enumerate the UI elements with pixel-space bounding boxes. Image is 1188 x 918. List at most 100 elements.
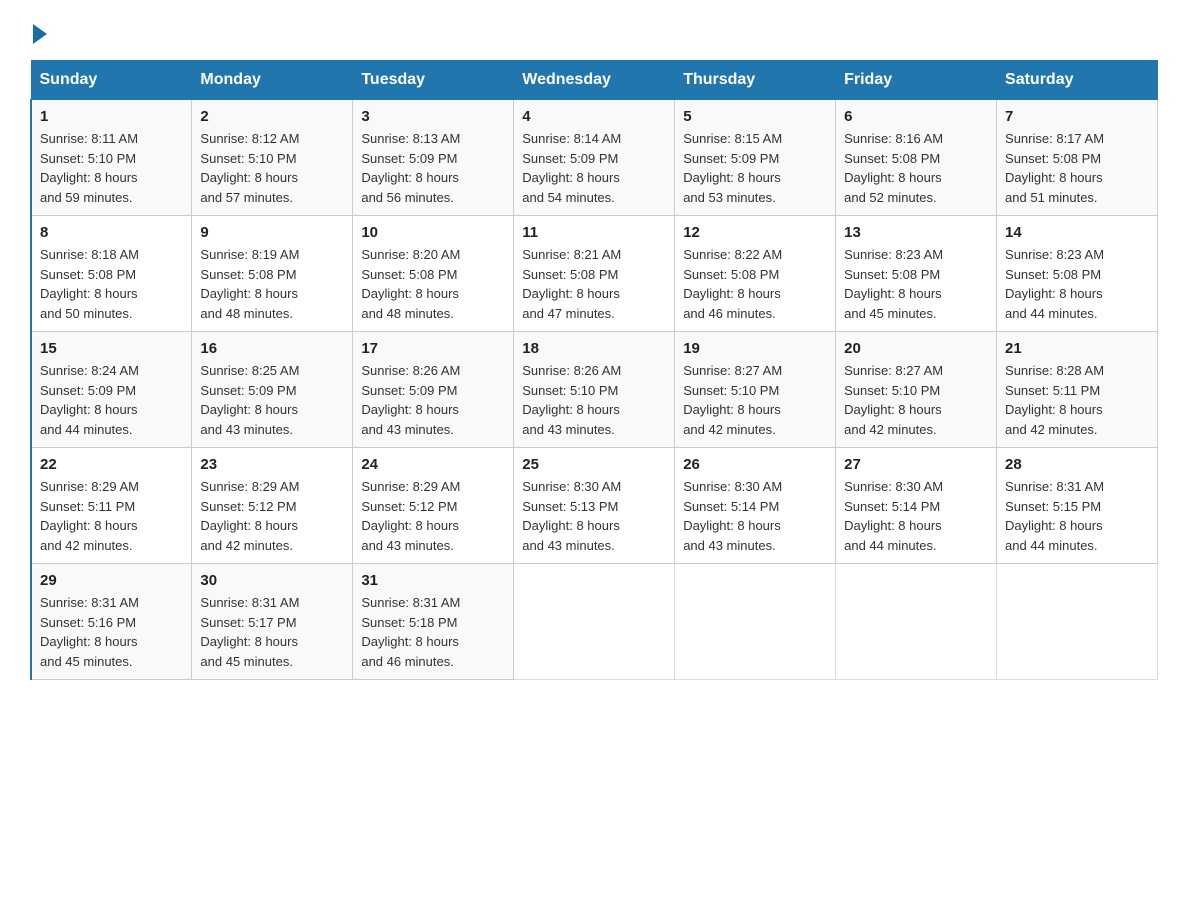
- logo-arrow-icon: [33, 24, 47, 44]
- calendar-cell: 26 Sunrise: 8:30 AMSunset: 5:14 PMDayligh…: [675, 448, 836, 564]
- day-info: Sunrise: 8:28 AMSunset: 5:11 PMDaylight:…: [1005, 361, 1149, 439]
- day-info: Sunrise: 8:26 AMSunset: 5:10 PMDaylight:…: [522, 361, 666, 439]
- day-number: 13: [844, 224, 988, 241]
- day-number: 25: [522, 456, 666, 473]
- day-number: 14: [1005, 224, 1149, 241]
- header-thursday: Thursday: [675, 61, 836, 100]
- header-tuesday: Tuesday: [353, 61, 514, 100]
- calendar-cell: 25 Sunrise: 8:30 AMSunset: 5:13 PMDayligh…: [514, 448, 675, 564]
- day-info: Sunrise: 8:31 AMSunset: 5:18 PMDaylight:…: [361, 593, 505, 671]
- day-number: 12: [683, 224, 827, 241]
- calendar-cell: 18 Sunrise: 8:26 AMSunset: 5:10 PMDayligh…: [514, 332, 675, 448]
- week-row-4: 22 Sunrise: 8:29 AMSunset: 5:11 PMDayligh…: [31, 448, 1158, 564]
- calendar-cell: 14 Sunrise: 8:23 AMSunset: 5:08 PMDayligh…: [997, 216, 1158, 332]
- day-number: 26: [683, 456, 827, 473]
- day-info: Sunrise: 8:29 AMSunset: 5:11 PMDaylight:…: [40, 477, 183, 555]
- day-info: Sunrise: 8:25 AMSunset: 5:09 PMDaylight:…: [200, 361, 344, 439]
- calendar-cell: 15Sunrise: 8:24 AMSunset: 5:09 PMDayligh…: [31, 332, 192, 448]
- day-info: Sunrise: 8:30 AMSunset: 5:14 PMDaylight:…: [683, 477, 827, 555]
- calendar-cell: 4 Sunrise: 8:14 AMSunset: 5:09 PMDaylight…: [514, 100, 675, 216]
- day-number: 24: [361, 456, 505, 473]
- calendar-cell: [836, 564, 997, 680]
- calendar-cell: 17Sunrise: 8:26 AMSunset: 5:09 PMDayligh…: [353, 332, 514, 448]
- day-info: Sunrise: 8:11 AMSunset: 5:10 PMDaylight:…: [40, 129, 183, 207]
- calendar-cell: 21 Sunrise: 8:28 AMSunset: 5:11 PMDayligh…: [997, 332, 1158, 448]
- day-info: Sunrise: 8:30 AMSunset: 5:14 PMDaylight:…: [844, 477, 988, 555]
- day-info: Sunrise: 8:14 AMSunset: 5:09 PMDaylight:…: [522, 129, 666, 207]
- calendar-cell: [514, 564, 675, 680]
- day-number: 23: [200, 456, 344, 473]
- calendar-cell: 28 Sunrise: 8:31 AMSunset: 5:15 PMDayligh…: [997, 448, 1158, 564]
- day-info: Sunrise: 8:29 AMSunset: 5:12 PMDaylight:…: [200, 477, 344, 555]
- day-number: 18: [522, 340, 666, 357]
- day-number: 21: [1005, 340, 1149, 357]
- calendar-cell: 9Sunrise: 8:19 AMSunset: 5:08 PMDaylight…: [192, 216, 353, 332]
- calendar-cell: 7Sunrise: 8:17 AMSunset: 5:08 PMDaylight…: [997, 100, 1158, 216]
- calendar-cell: 6 Sunrise: 8:16 AMSunset: 5:08 PMDaylight…: [836, 100, 997, 216]
- day-number: 16: [200, 340, 344, 357]
- day-number: 2: [200, 108, 344, 125]
- calendar-cell: 27Sunrise: 8:30 AMSunset: 5:14 PMDayligh…: [836, 448, 997, 564]
- day-number: 10: [361, 224, 505, 241]
- header-wednesday: Wednesday: [514, 61, 675, 100]
- day-number: 6: [844, 108, 988, 125]
- day-number: 31: [361, 572, 505, 589]
- calendar-cell: 2Sunrise: 8:12 AMSunset: 5:10 PMDaylight…: [192, 100, 353, 216]
- day-number: 8: [40, 224, 183, 241]
- day-info: Sunrise: 8:31 AMSunset: 5:17 PMDaylight:…: [200, 593, 344, 671]
- calendar-cell: 20Sunrise: 8:27 AMSunset: 5:10 PMDayligh…: [836, 332, 997, 448]
- day-info: Sunrise: 8:18 AMSunset: 5:08 PMDaylight:…: [40, 245, 183, 323]
- calendar-cell: 24 Sunrise: 8:29 AMSunset: 5:12 PMDayligh…: [353, 448, 514, 564]
- day-info: Sunrise: 8:15 AMSunset: 5:09 PMDaylight:…: [683, 129, 827, 207]
- day-number: 11: [522, 224, 666, 241]
- header-sunday: Sunday: [31, 61, 192, 100]
- day-number: 30: [200, 572, 344, 589]
- calendar-cell: 11 Sunrise: 8:21 AMSunset: 5:08 PMDayligh…: [514, 216, 675, 332]
- calendar-cell: 22 Sunrise: 8:29 AMSunset: 5:11 PMDayligh…: [31, 448, 192, 564]
- calendar-cell: 23 Sunrise: 8:29 AMSunset: 5:12 PMDayligh…: [192, 448, 353, 564]
- day-number: 17: [361, 340, 505, 357]
- day-info: Sunrise: 8:29 AMSunset: 5:12 PMDaylight:…: [361, 477, 505, 555]
- day-number: 9: [200, 224, 344, 241]
- calendar-cell: 19 Sunrise: 8:27 AMSunset: 5:10 PMDayligh…: [675, 332, 836, 448]
- day-number: 22: [40, 456, 183, 473]
- day-info: Sunrise: 8:16 AMSunset: 5:08 PMDaylight:…: [844, 129, 988, 207]
- day-info: Sunrise: 8:20 AMSunset: 5:08 PMDaylight:…: [361, 245, 505, 323]
- day-info: Sunrise: 8:17 AMSunset: 5:08 PMDaylight:…: [1005, 129, 1149, 207]
- calendar-cell: 8 Sunrise: 8:18 AMSunset: 5:08 PMDaylight…: [31, 216, 192, 332]
- day-number: 20: [844, 340, 988, 357]
- day-info: Sunrise: 8:30 AMSunset: 5:13 PMDaylight:…: [522, 477, 666, 555]
- calendar-cell: 5Sunrise: 8:15 AMSunset: 5:09 PMDaylight…: [675, 100, 836, 216]
- week-row-3: 15Sunrise: 8:24 AMSunset: 5:09 PMDayligh…: [31, 332, 1158, 448]
- calendar-cell: 30 Sunrise: 8:31 AMSunset: 5:17 PMDayligh…: [192, 564, 353, 680]
- day-info: Sunrise: 8:31 AMSunset: 5:16 PMDaylight:…: [40, 593, 183, 671]
- calendar-cell: 31 Sunrise: 8:31 AMSunset: 5:18 PMDayligh…: [353, 564, 514, 680]
- calendar-cell: 3Sunrise: 8:13 AMSunset: 5:09 PMDaylight…: [353, 100, 514, 216]
- calendar-cell: 12Sunrise: 8:22 AMSunset: 5:08 PMDayligh…: [675, 216, 836, 332]
- day-info: Sunrise: 8:21 AMSunset: 5:08 PMDaylight:…: [522, 245, 666, 323]
- day-number: 15: [40, 340, 183, 357]
- calendar-cell: 1 Sunrise: 8:11 AMSunset: 5:10 PMDaylight…: [31, 100, 192, 216]
- week-row-1: 1 Sunrise: 8:11 AMSunset: 5:10 PMDaylight…: [31, 100, 1158, 216]
- header-saturday: Saturday: [997, 61, 1158, 100]
- day-number: 1: [40, 108, 183, 125]
- calendar-cell: [675, 564, 836, 680]
- calendar-table: SundayMondayTuesdayWednesdayThursdayFrid…: [30, 60, 1158, 680]
- page-header: [30, 20, 1158, 40]
- week-row-2: 8 Sunrise: 8:18 AMSunset: 5:08 PMDaylight…: [31, 216, 1158, 332]
- day-number: 28: [1005, 456, 1149, 473]
- day-info: Sunrise: 8:31 AMSunset: 5:15 PMDaylight:…: [1005, 477, 1149, 555]
- day-number: 29: [40, 572, 183, 589]
- calendar-header-row: SundayMondayTuesdayWednesdayThursdayFrid…: [31, 61, 1158, 100]
- calendar-cell: 16 Sunrise: 8:25 AMSunset: 5:09 PMDayligh…: [192, 332, 353, 448]
- calendar-cell: 29 Sunrise: 8:31 AMSunset: 5:16 PMDayligh…: [31, 564, 192, 680]
- header-friday: Friday: [836, 61, 997, 100]
- day-number: 19: [683, 340, 827, 357]
- day-info: Sunrise: 8:23 AMSunset: 5:08 PMDaylight:…: [1005, 245, 1149, 323]
- calendar-cell: 13Sunrise: 8:23 AMSunset: 5:08 PMDayligh…: [836, 216, 997, 332]
- header-monday: Monday: [192, 61, 353, 100]
- day-number: 4: [522, 108, 666, 125]
- day-info: Sunrise: 8:27 AMSunset: 5:10 PMDaylight:…: [683, 361, 827, 439]
- week-row-5: 29 Sunrise: 8:31 AMSunset: 5:16 PMDayligh…: [31, 564, 1158, 680]
- day-number: 3: [361, 108, 505, 125]
